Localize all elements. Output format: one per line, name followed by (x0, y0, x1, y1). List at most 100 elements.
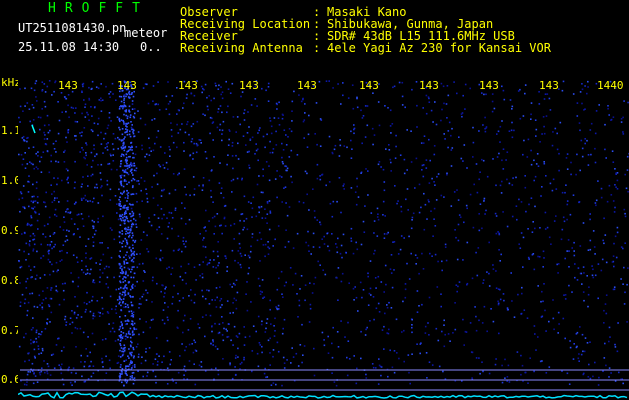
noise-dot (327, 335, 329, 338)
noise-dot (120, 155, 123, 157)
noise-dot (319, 118, 322, 120)
noise-dot (336, 277, 338, 279)
noise-dot (568, 266, 570, 268)
noise-dot (576, 102, 579, 104)
noise-dot (32, 200, 35, 203)
noise-dot (51, 193, 53, 195)
noise-dot (125, 381, 128, 384)
noise-dot (403, 158, 406, 161)
noise-dot (298, 200, 301, 203)
noise-dot (61, 363, 63, 366)
noise-dot (241, 178, 243, 181)
noise-dot (437, 260, 439, 263)
noise-dot (285, 281, 287, 284)
noise-dot (92, 317, 94, 320)
noise-dot (319, 178, 322, 181)
noise-dot (164, 288, 166, 290)
noise-dot (301, 323, 303, 326)
noise-dot (219, 286, 221, 288)
noise-dot (342, 82, 344, 84)
noise-dot (546, 93, 549, 95)
noise-dot (21, 233, 23, 235)
noise-dot (119, 256, 121, 259)
noise-dot (129, 288, 132, 291)
noise-dot (97, 202, 100, 204)
noise-dot (269, 120, 272, 122)
noise-dot (139, 297, 141, 300)
noise-dot (281, 293, 283, 295)
noise-dot (306, 193, 308, 196)
noise-dot (275, 102, 278, 105)
noise-dot (190, 92, 192, 95)
noise-dot (93, 281, 96, 284)
noise-dot (141, 144, 143, 147)
noise-dot (392, 86, 394, 89)
noise-dot (122, 207, 124, 209)
noise-dot (462, 160, 464, 162)
noise-dot (513, 129, 515, 132)
noise-dot (29, 240, 31, 242)
noise-dot (42, 290, 44, 292)
noise-dot (39, 116, 42, 119)
noise-dot (26, 102, 29, 104)
noise-dot (48, 305, 51, 308)
noise-dot (222, 339, 225, 342)
noise-dot (281, 156, 283, 159)
noise-dot (92, 225, 94, 227)
noise-dot (197, 323, 199, 325)
noise-dot (29, 120, 31, 123)
noise-dot (172, 141, 175, 144)
noise-dot (177, 173, 179, 176)
noise-dot (110, 120, 112, 122)
noise-dot (134, 285, 136, 287)
noise-dot (108, 116, 111, 119)
noise-dot (60, 350, 63, 352)
noise-dot (309, 307, 312, 310)
noise-dot (31, 370, 34, 372)
noise-dot (192, 351, 195, 354)
noise-dot (123, 149, 126, 152)
noise-dot (292, 247, 295, 249)
noise-dot (233, 325, 236, 328)
noise-dot (501, 120, 503, 122)
noise-dot (304, 112, 306, 114)
noise-dot (189, 318, 192, 320)
noise-dot (69, 212, 71, 214)
noise-dot (578, 353, 580, 355)
noise-dot (248, 256, 251, 259)
noise-dot (459, 216, 462, 218)
noise-dot (441, 108, 443, 111)
noise-dot (133, 364, 136, 366)
noise-dot (537, 255, 539, 258)
noise-dot (193, 188, 196, 190)
noise-dot (491, 100, 494, 103)
noise-dot (535, 163, 538, 165)
noise-dot (219, 105, 222, 107)
noise-dot (624, 173, 626, 176)
noise-dot (534, 119, 537, 121)
noise-dot (61, 179, 63, 182)
noise-dot (130, 250, 133, 253)
noise-dot (378, 124, 381, 127)
noise-dot (162, 309, 165, 311)
noise-dot (103, 137, 105, 140)
noise-dot (97, 221, 99, 223)
noise-dot (152, 370, 154, 373)
noise-dot (210, 342, 212, 345)
noise-dot (548, 320, 550, 323)
noise-dot (526, 156, 529, 158)
noise-dot (33, 372, 35, 375)
noise-dot (50, 154, 52, 157)
noise-dot (352, 252, 355, 255)
noise-dot (21, 293, 24, 296)
noise-dot (52, 142, 55, 145)
noise-dot (219, 123, 222, 126)
noise-dot (117, 355, 120, 357)
noise-dot (124, 197, 127, 199)
noise-dot (35, 152, 37, 155)
noise-dot (165, 108, 168, 110)
noise-dot (282, 356, 285, 359)
noise-dot (33, 89, 36, 92)
noise-dot (83, 381, 86, 383)
noise-dot (540, 316, 543, 318)
